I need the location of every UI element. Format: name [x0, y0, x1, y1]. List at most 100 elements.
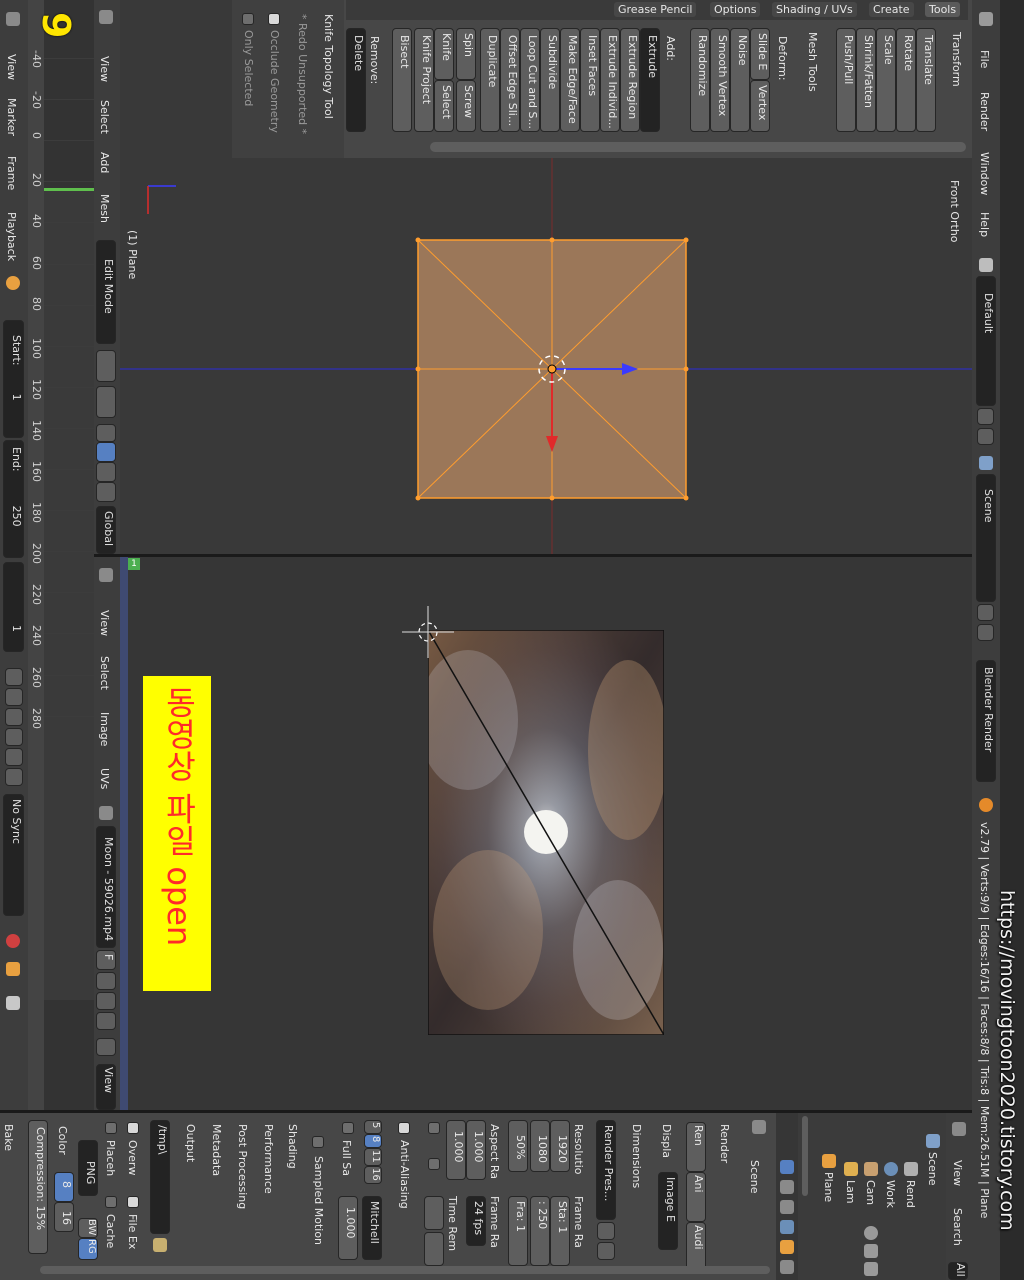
slide-edge-button[interactable]: Slide E — [750, 28, 770, 80]
screw-button[interactable]: Screw — [456, 80, 476, 132]
pivot-point-button[interactable] — [96, 386, 116, 418]
full-sample-checkbox[interactable] — [342, 1122, 354, 1134]
outliner-display-mode[interactable]: All — [948, 1262, 968, 1280]
tab-options[interactable]: Options — [710, 2, 761, 17]
extrude-region-button[interactable]: Extrude Region — [620, 28, 640, 132]
keying-set-icon[interactable] — [6, 962, 20, 976]
overwrite-checkbox[interactable] — [127, 1122, 139, 1134]
display-mode-button[interactable]: View — [96, 1064, 116, 1110]
renderable-camera-icon[interactable] — [864, 1262, 878, 1276]
object-tab-icon[interactable] — [780, 1240, 794, 1254]
aa-samples-11[interactable]: 11 — [364, 1148, 382, 1166]
menu-file[interactable]: File — [978, 50, 991, 68]
sampled-motion-blur-checkbox[interactable] — [312, 1136, 324, 1148]
outliner-menu-search[interactable]: Search — [951, 1208, 964, 1246]
timeline-editor-icon[interactable] — [6, 12, 20, 26]
color-depth-8[interactable]: 8 — [54, 1172, 74, 1202]
transform-header[interactable]: Transform — [950, 32, 963, 87]
image-menu-uvs[interactable]: UVs — [98, 768, 111, 789]
resolution-percent-field[interactable]: 50% — [508, 1120, 528, 1172]
image-menu-image[interactable]: Image — [98, 712, 111, 746]
push-pull-button[interactable]: Push/Pull — [836, 28, 856, 132]
aa-filter-selector[interactable]: Mitchell — [362, 1196, 382, 1260]
jump-start-button[interactable] — [5, 668, 23, 686]
info-editor-icon[interactable] — [979, 12, 993, 26]
occlude-checkbox[interactable] — [268, 13, 280, 25]
render-animation-button[interactable]: Ani — [686, 1172, 706, 1222]
resolution-x-field[interactable]: 1920 — [550, 1120, 570, 1172]
post-processing-panel-header[interactable]: Post Processing — [236, 1124, 249, 1209]
image-name-field[interactable]: Moon - 59026.mp4 — [96, 826, 116, 948]
anti-aliasing-checkbox[interactable] — [398, 1122, 410, 1134]
start-frame-field[interactable]: Start: 1 — [3, 320, 24, 438]
output-path-field[interactable]: /tmp\ — [150, 1120, 170, 1234]
time-remap-new-field[interactable] — [424, 1232, 444, 1266]
scene-add-button[interactable] — [977, 604, 994, 621]
render-panel-header[interactable]: Render — [718, 1124, 731, 1163]
knife-button[interactable]: Knife — [434, 28, 454, 80]
smooth-vertex-button[interactable]: Smooth Vertex — [710, 28, 730, 132]
render-tab-icon[interactable] — [780, 1160, 794, 1174]
play-reverse-button[interactable] — [5, 708, 23, 726]
bake-panel-header[interactable]: Bake — [2, 1124, 15, 1151]
pin-image-button[interactable] — [96, 1038, 116, 1056]
aa-samples-5[interactable]: 5 — [364, 1120, 382, 1134]
menu-help[interactable]: Help — [978, 212, 991, 237]
2d-cursor[interactable] — [402, 606, 454, 658]
jump-end-button[interactable] — [5, 768, 23, 786]
color-depth-16[interactable]: 16 — [54, 1202, 74, 1232]
outliner-item-lamp[interactable]: Lam — [844, 1180, 857, 1204]
menu-window[interactable]: Window — [978, 152, 991, 195]
viewport-menu-select[interactable]: Select — [98, 100, 111, 134]
viewport-menu-mesh[interactable]: Mesh — [98, 194, 111, 223]
aspect-y-field[interactable]: 1.000 — [446, 1120, 466, 1180]
timeline-menu-view[interactable]: View — [5, 54, 18, 80]
aa-samples-8[interactable]: 8 — [364, 1134, 382, 1148]
knife-select-button[interactable]: Select — [434, 80, 454, 132]
viewport-shading-button[interactable] — [96, 350, 116, 382]
render-engine-selector[interactable]: Blender Render — [976, 660, 996, 782]
offset-edge-slide-button[interactable]: Offset Edge Sli... — [500, 28, 520, 132]
outliner-item-plane[interactable]: Plane — [822, 1172, 835, 1202]
plane-vertex[interactable] — [415, 366, 421, 372]
knife-tool-header[interactable]: Knife Topology Tool — [322, 14, 335, 119]
rotate-button[interactable]: Rotate — [896, 28, 916, 132]
rotate-manipulator-button[interactable] — [96, 462, 116, 482]
selectable-arrow-icon[interactable] — [864, 1244, 878, 1258]
tab-tools[interactable]: Tools — [925, 2, 961, 17]
tab-create[interactable]: Create — [869, 2, 914, 17]
mesh-tools-header[interactable]: Mesh Tools — [806, 32, 819, 92]
only-selected-checkbox[interactable] — [242, 13, 254, 25]
outliner-item-scene[interactable]: Scene — [926, 1152, 939, 1186]
aa-samples-16[interactable]: 16 — [364, 1166, 382, 1184]
tool-shelf-scrollbar[interactable] — [430, 142, 966, 152]
time-remap-old-field[interactable] — [424, 1196, 444, 1230]
transform-orientation-selector[interactable]: Global — [96, 506, 116, 554]
file-extensions-checkbox[interactable] — [127, 1196, 139, 1208]
file-format-selector[interactable]: PNG — [78, 1140, 98, 1196]
shading-panel-header[interactable]: Shading — [286, 1124, 299, 1169]
menu-render[interactable]: Render — [978, 92, 991, 131]
noise-button[interactable]: Noise — [730, 28, 750, 132]
properties-pin-icon[interactable] — [752, 1120, 766, 1134]
folder-icon[interactable] — [153, 1238, 167, 1252]
cache-result-checkbox[interactable] — [105, 1196, 117, 1208]
make-edge-face-button[interactable]: Make Edge/Face — [560, 28, 580, 132]
preset-remove-button[interactable] — [597, 1242, 615, 1260]
sampled-motion-blur-header[interactable]: Sampled Motion — [312, 1156, 325, 1245]
layout-selector[interactable]: Default — [976, 276, 996, 406]
image-browse-icon[interactable] — [99, 806, 113, 820]
image-editor-icon[interactable] — [99, 568, 113, 582]
output-panel-header[interactable]: Output — [184, 1124, 197, 1162]
layout-add-button[interactable] — [977, 408, 994, 425]
outliner-menu-view[interactable]: View — [951, 1160, 964, 1186]
aspect-x-field[interactable]: 1.000 — [466, 1120, 486, 1180]
delete-button[interactable]: Delete — [346, 28, 366, 132]
image-menu-view[interactable]: View — [98, 610, 111, 636]
translate-manipulator-button[interactable] — [96, 442, 116, 462]
plane-vertex[interactable] — [683, 495, 689, 501]
plane-vertex[interactable] — [415, 237, 421, 243]
inset-faces-button[interactable]: Inset Faces — [580, 28, 600, 132]
metadata-panel-header[interactable]: Metadata — [210, 1124, 223, 1176]
timeline-menu-frame[interactable]: Frame — [5, 156, 18, 190]
